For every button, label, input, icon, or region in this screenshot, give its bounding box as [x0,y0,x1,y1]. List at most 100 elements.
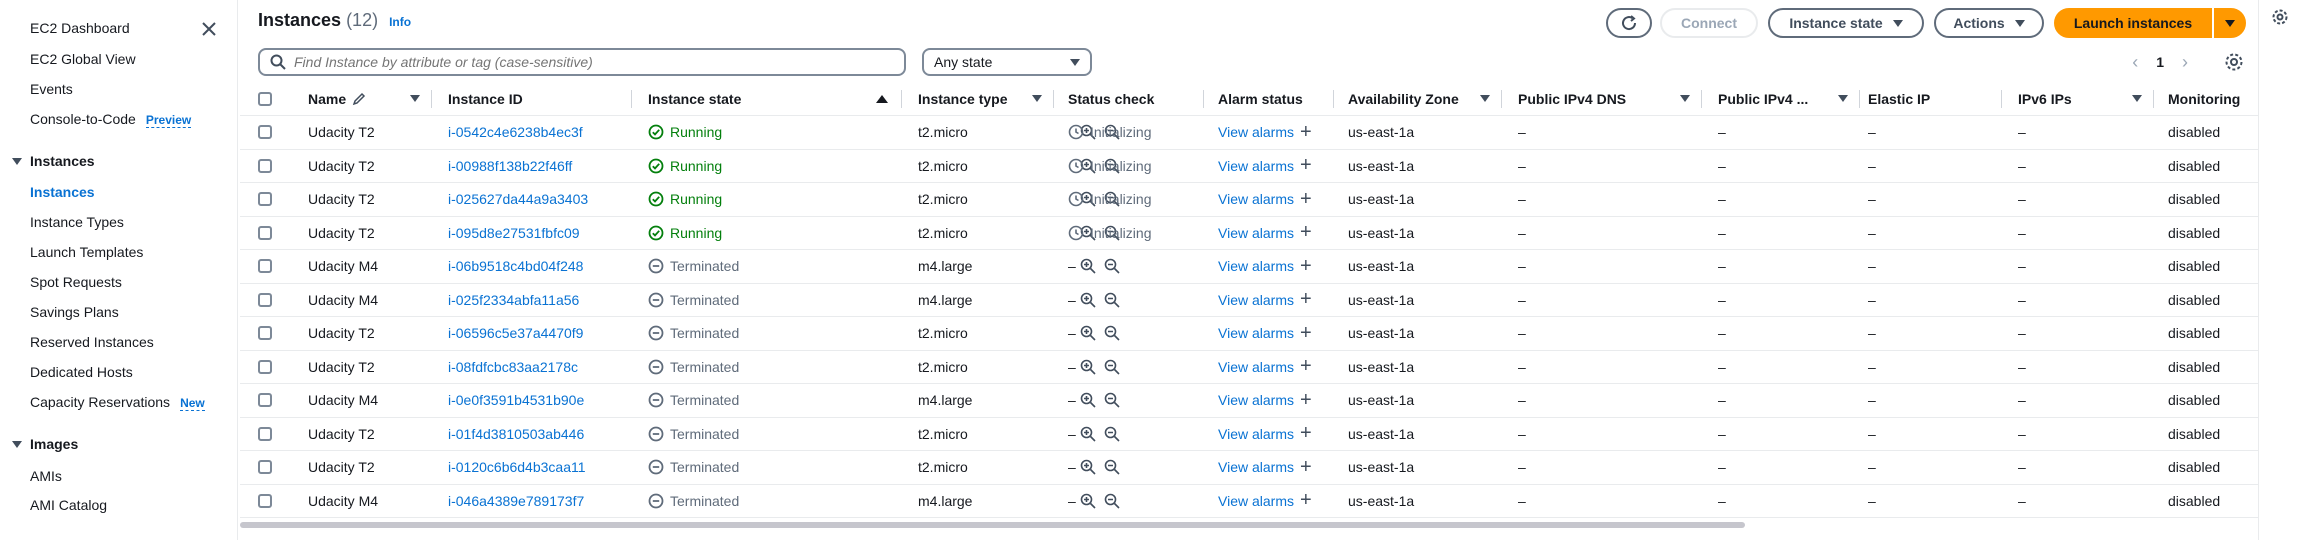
col-elastic-ip[interactable]: Elastic IP [1868,82,1998,115]
row-checkbox[interactable] [258,493,272,508]
nav-ec2-global-view[interactable]: EC2 Global View [30,51,136,67]
instance-id-link[interactable]: i-0e0f3591b4531b90e [448,384,628,417]
next-page-icon[interactable]: › [2182,52,2188,73]
nav-launch-templates[interactable]: Launch Templates [30,244,143,260]
column-divider[interactable] [1859,90,1860,108]
edit-pencil-icon[interactable] [352,92,368,106]
table-row[interactable]: Udacity M4 i-046a4389e789173f7 Terminated m… [240,485,2258,518]
column-divider[interactable] [1501,90,1502,108]
plus-icon[interactable]: + [1300,322,1312,345]
row-checkbox[interactable] [258,292,272,307]
column-divider[interactable] [1701,90,1702,108]
row-checkbox[interactable] [258,326,272,341]
column-divider[interactable] [2001,90,2002,108]
view-alarms-link[interactable]: View alarms [1218,325,1294,341]
row-checkbox[interactable] [258,192,272,207]
plus-icon[interactable]: + [1300,121,1312,144]
plus-icon[interactable]: + [1300,154,1312,177]
state-select[interactable]: Any state [922,48,1092,76]
view-alarms-link[interactable]: View alarms [1218,258,1294,274]
plus-icon[interactable]: + [1300,456,1312,479]
table-row[interactable]: Udacity T2 i-06596c5e37a4470f9 Terminated t… [240,317,2258,351]
instance-state-button[interactable]: Instance state [1768,8,1924,38]
column-divider[interactable] [431,90,432,108]
horizontal-scrollbar[interactable] [240,520,2258,530]
search-field[interactable] [258,48,906,76]
instance-id-link[interactable]: i-00988f138b22f46ff [448,150,628,183]
instance-id-link[interactable]: i-0120c6b6d4b3caa11 [448,451,628,484]
nav-instance-types[interactable]: Instance Types [30,214,124,230]
plus-icon[interactable]: + [1300,355,1312,378]
col-instance-id[interactable]: Instance ID [448,82,648,115]
nav-ami-catalog[interactable]: AMI Catalog [30,497,107,513]
nav-ec2-dashboard[interactable]: EC2 Dashboard [30,20,130,36]
table-row[interactable]: Udacity T2 i-095d8e27531fbfc09 Running t2.m… [240,217,2258,250]
instance-id-link[interactable]: i-046a4389e789173f7 [448,485,628,518]
column-divider[interactable] [2153,90,2154,108]
connect-button[interactable]: Connect [1660,8,1758,38]
plus-icon[interactable]: + [1300,288,1312,311]
col-monitoring[interactable]: Monitoring [2168,82,2258,115]
refresh-button[interactable] [1606,8,1652,38]
nav-capacity-reservations[interactable]: Capacity Reservations New [30,394,205,411]
table-row[interactable]: Udacity M4 i-06b9518c4bd04f248 Terminated m… [240,250,2258,284]
plus-icon[interactable]: + [1300,188,1312,211]
col-instance-state[interactable]: Instance state [648,82,888,115]
plus-icon[interactable]: + [1300,489,1312,512]
row-checkbox[interactable] [258,426,272,441]
table-row[interactable]: Udacity T2 i-08fdfcbc83aa2178c Terminated t… [240,351,2258,384]
row-checkbox[interactable] [258,125,272,140]
instance-id-link[interactable]: i-01f4d3810503ab446 [448,418,628,451]
instance-id-link[interactable]: i-095d8e27531fbfc09 [448,217,628,250]
plus-icon[interactable]: + [1300,389,1312,412]
column-divider[interactable] [1333,90,1334,108]
new-tag[interactable]: New [180,396,205,411]
view-alarms-link[interactable]: View alarms [1218,124,1294,140]
column-divider[interactable] [1203,90,1204,108]
page-number[interactable]: 1 [2156,54,2164,70]
view-alarms-link[interactable]: View alarms [1218,426,1294,442]
prev-page-icon[interactable]: ‹ [2132,52,2138,73]
launch-instances-button[interactable]: Launch instances [2054,8,2212,38]
table-row[interactable]: Udacity M4 i-025f2334abfa11a56 Terminated m… [240,284,2258,317]
col-status-check[interactable]: Status check [1068,82,1198,115]
nav-spot-requests[interactable]: Spot Requests [30,274,122,290]
nav-events[interactable]: Events [30,81,73,97]
info-link[interactable]: Info [389,15,411,29]
section-instances[interactable]: Instances [12,153,95,169]
view-alarms-link[interactable]: View alarms [1218,158,1294,174]
nav-instances[interactable]: Instances [30,184,95,200]
search-input[interactable] [294,54,884,70]
row-checkbox[interactable] [258,225,272,240]
nav-reserved-instances[interactable]: Reserved Instances [30,334,154,350]
instance-id-link[interactable]: i-0542c4e6238b4ec3f [448,116,628,149]
col-public-ipv4-dns[interactable]: Public IPv4 DNS [1518,82,1690,115]
nav-console-to-code[interactable]: Console-to-Code Preview [30,111,192,128]
column-divider[interactable] [1053,90,1054,108]
instance-id-link[interactable]: i-025627da44a9a3403 [448,183,628,216]
nav-savings-plans[interactable]: Savings Plans [30,304,119,320]
view-alarms-link[interactable]: View alarms [1218,359,1294,375]
view-alarms-link[interactable]: View alarms [1218,392,1294,408]
view-alarms-link[interactable]: View alarms [1218,191,1294,207]
nav-dedicated-hosts[interactable]: Dedicated Hosts [30,364,133,380]
row-checkbox[interactable] [258,460,272,475]
table-row[interactable]: Udacity T2 i-0542c4e6238b4ec3f Running t2.m… [240,116,2258,150]
col-alarm-status[interactable]: Alarm status [1218,82,1338,115]
table-row[interactable]: Udacity T2 i-01f4d3810503ab446 Terminated t… [240,418,2258,451]
row-checkbox[interactable] [258,359,272,374]
section-images[interactable]: Images [12,436,78,452]
table-row[interactable]: Udacity T2 i-00988f138b22f46ff Running t2.m… [240,150,2258,183]
launch-dropdown-button[interactable] [2214,8,2246,38]
instance-id-link[interactable]: i-06596c5e37a4470f9 [448,317,628,350]
instance-id-link[interactable]: i-06b9518c4bd04f248 [448,250,628,283]
view-alarms-link[interactable]: View alarms [1218,493,1294,509]
preview-tag[interactable]: Preview [145,113,192,128]
col-availability-zone[interactable]: Availability Zone [1348,82,1490,115]
row-checkbox[interactable] [258,259,272,274]
row-checkbox[interactable] [258,158,272,173]
col-ipv6-ips[interactable]: IPv6 IPs [2018,82,2142,115]
plus-icon[interactable]: + [1300,221,1312,244]
nav-amis[interactable]: AMIs [30,468,62,484]
table-row[interactable]: Udacity T2 i-025627da44a9a3403 Running t2.m… [240,183,2258,217]
